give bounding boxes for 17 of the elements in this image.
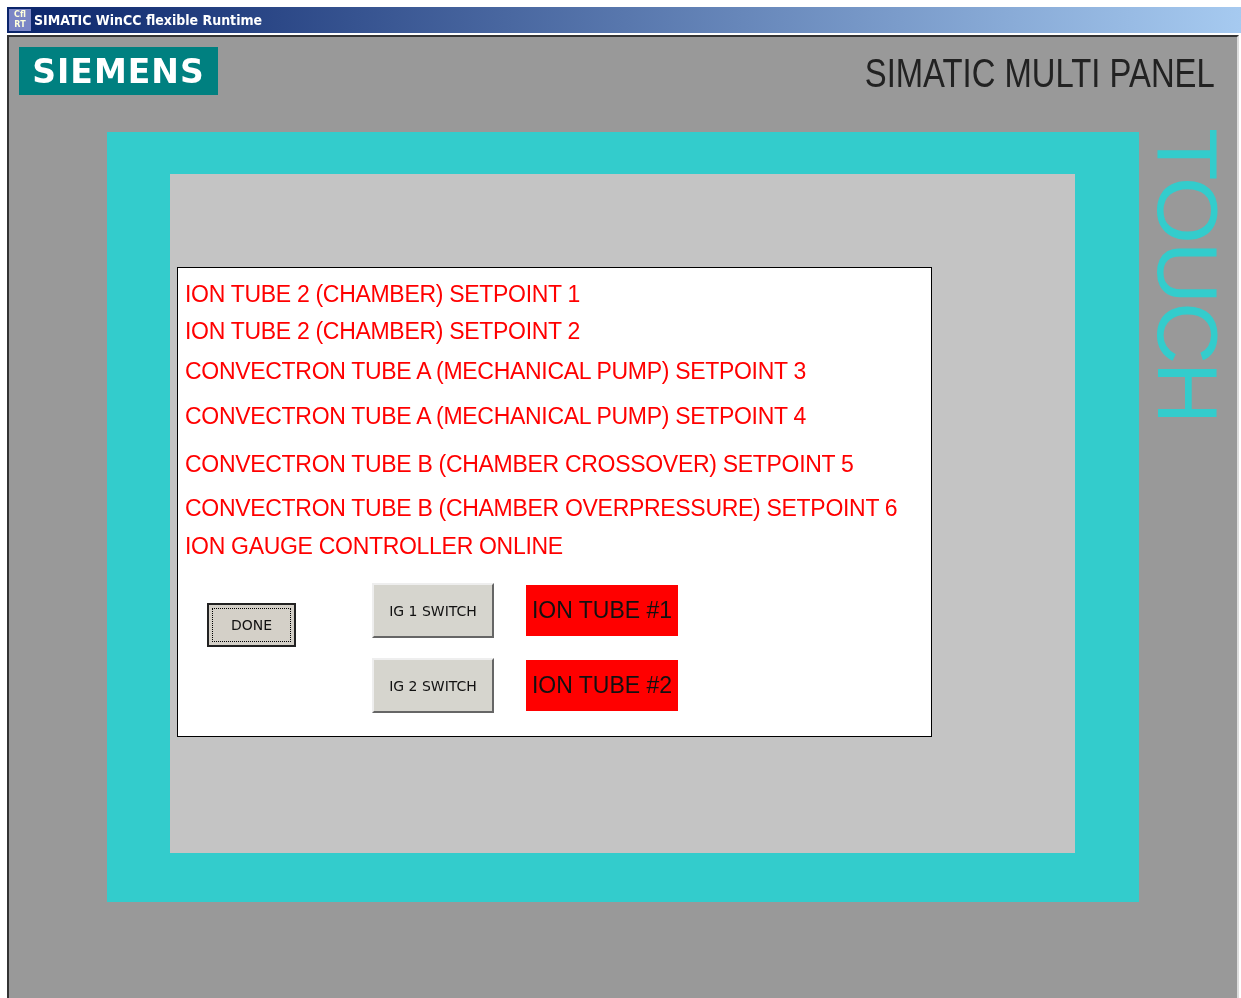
- status-indicator: ION TUBE #2: [526, 660, 678, 711]
- status-indicator: ION TUBE #1: [526, 585, 678, 636]
- alarm-message: CONVECTRON TUBE B (CHAMBER OVERPRESSURE) SETPOINT 6: [185, 495, 898, 521]
- alarm-message: ION GAUGE CONTROLLER ONLINE: [185, 533, 563, 559]
- switch-button[interactable]: IG 2 SWITCH: [372, 658, 494, 713]
- touch-label: TOUCH: [1145, 128, 1231, 423]
- alarm-message: ION TUBE 2 (CHAMBER) SETPOINT 2: [185, 318, 580, 344]
- alarm-message: ION TUBE 2 (CHAMBER) SETPOINT 1: [185, 281, 580, 307]
- panel-model: SIMATIC MULTI PANEL: [865, 51, 1215, 96]
- app-icon: Cfl RT: [9, 9, 31, 31]
- window-title: SIMATIC WinCC flexible Runtime: [34, 12, 263, 28]
- brand-logo: SIEMENS: [19, 47, 218, 95]
- alarm-message: CONVECTRON TUBE B (CHAMBER CROSSOVER) SETPOINT 5: [185, 451, 854, 477]
- alarm-message: CONVECTRON TUBE A (MECHANICAL PUMP) SETPOINT 3: [185, 358, 806, 384]
- done-button[interactable]: DONE: [207, 603, 296, 647]
- alarm-message: CONVECTRON TUBE A (MECHANICAL PUMP) SETPOINT 4: [185, 403, 806, 429]
- switch-button[interactable]: IG 1 SWITCH: [372, 583, 494, 638]
